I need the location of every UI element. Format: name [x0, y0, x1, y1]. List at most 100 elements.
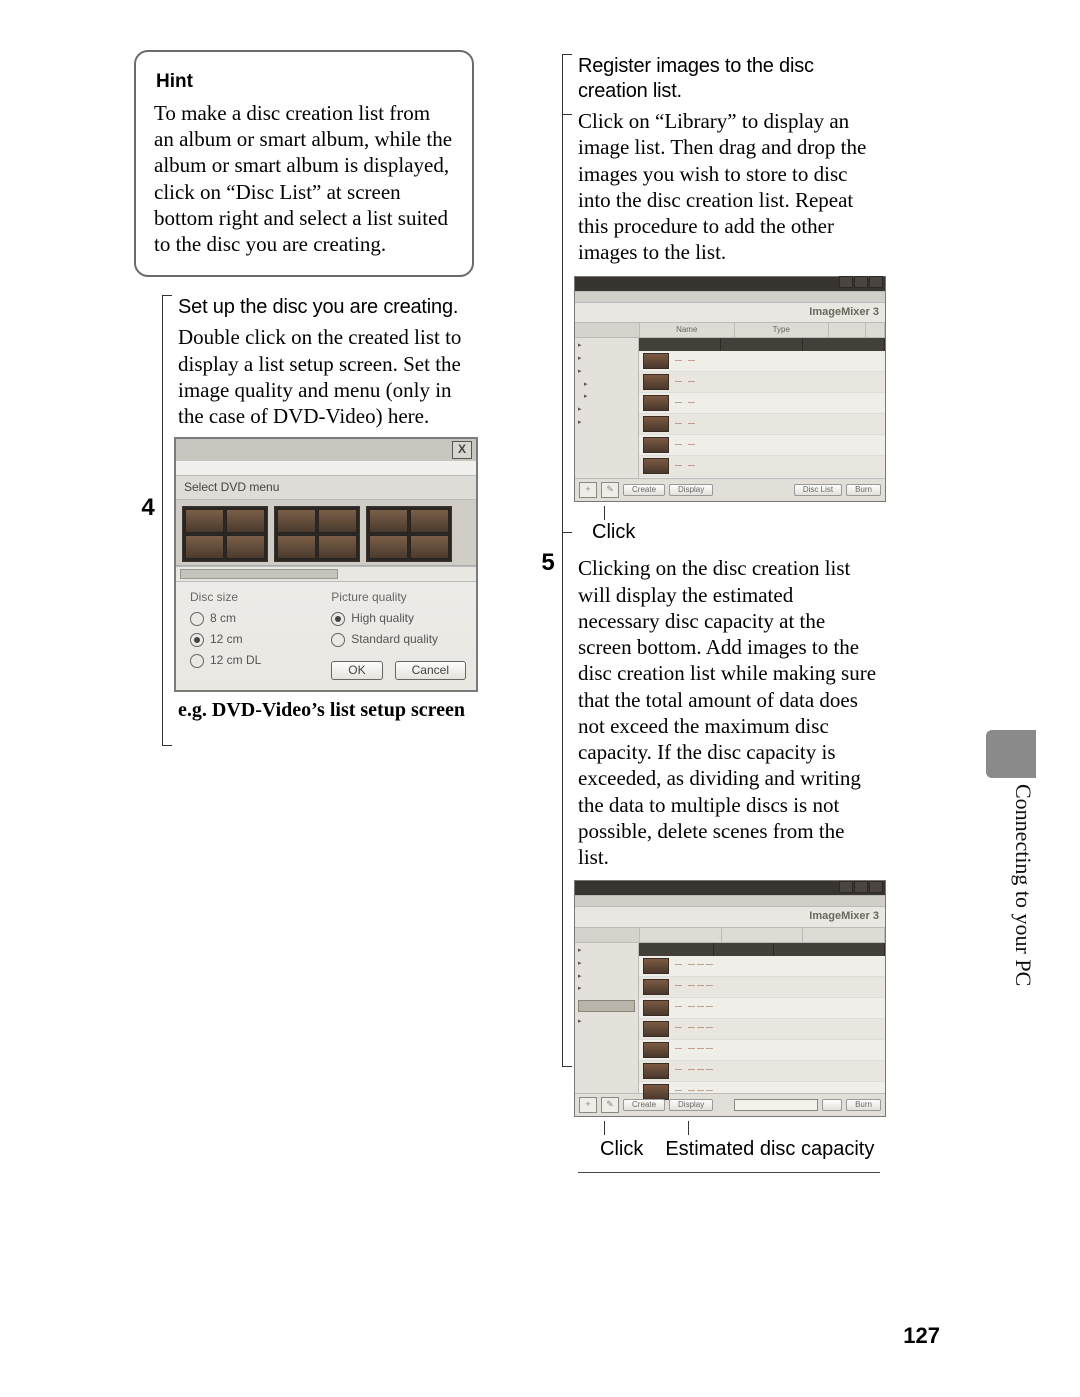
radio-label: Standard quality: [351, 632, 438, 647]
burn-button[interactable]: Burn: [846, 484, 881, 496]
disc-size-option[interactable]: 12 cm DL: [190, 653, 321, 668]
menubar[interactable]: [575, 895, 885, 907]
close-icon[interactable]: X: [452, 441, 472, 459]
column-tab[interactable]: Name: [640, 323, 735, 337]
right-column: 5 Register images to the disc creation l…: [540, 50, 880, 1173]
step-4: 4 Set up the disc you are creating. Doub…: [140, 295, 480, 755]
window-controls[interactable]: [838, 276, 883, 291]
list-tabs: Name Type: [575, 322, 885, 338]
column-tab[interactable]: [829, 323, 866, 337]
step4-heading: Set up the disc you are creating.: [178, 295, 480, 320]
file-list: —— — — —— — — —— — — —— — — —— — — —— — …: [639, 943, 885, 1093]
radio-icon: [331, 633, 345, 647]
file-list: —— —— —— —— —— ——: [639, 338, 885, 478]
list-header[interactable]: [721, 338, 803, 351]
tree-item[interactable]: [578, 393, 635, 402]
picture-quality-label: Picture quality: [331, 590, 466, 605]
step4-caption: e.g. DVD-Video’s list setup screen: [178, 698, 480, 723]
tree-item-selected[interactable]: [578, 1000, 635, 1012]
tree-item[interactable]: [578, 381, 635, 390]
column-tab[interactable]: [803, 928, 885, 942]
column-tab[interactable]: [640, 928, 722, 942]
step4-body: Double click on the created list to disp…: [178, 324, 480, 429]
bottom-button[interactable]: Display: [669, 484, 713, 496]
page-number: 127: [903, 1323, 940, 1349]
radio-label: 12 cm: [210, 632, 243, 647]
burn-button[interactable]: Burn: [846, 1099, 881, 1111]
column-tab[interactable]: Type: [735, 323, 830, 337]
disc-capacity-bar: [734, 1099, 818, 1111]
dvd-menu-thumb[interactable]: [182, 506, 268, 562]
dialog-titlebar: X: [176, 439, 476, 461]
step5-heading: Register images to the disc creation lis…: [578, 54, 880, 104]
disc-list-button[interactable]: Disc List: [794, 484, 842, 496]
list-item[interactable]: ——: [639, 435, 885, 456]
library-tree[interactable]: [575, 338, 639, 478]
disc-size-option[interactable]: 8 cm: [190, 611, 321, 626]
tree-item[interactable]: [578, 985, 635, 994]
section-side-tab: Connecting to your PC: [986, 730, 1036, 1050]
tree-item[interactable]: [578, 947, 635, 956]
window-controls[interactable]: [838, 881, 883, 896]
add-button[interactable]: +: [579, 482, 597, 498]
tree-item[interactable]: [578, 1018, 635, 1027]
list-item[interactable]: —— — —: [639, 956, 885, 977]
left-tab[interactable]: [575, 323, 640, 337]
disc-size-option[interactable]: 12 cm: [190, 632, 321, 647]
list-item[interactable]: —— — —: [639, 977, 885, 998]
app-brand: ImageMixer 3: [809, 910, 879, 924]
menubar[interactable]: [575, 291, 885, 303]
add-button[interactable]: +: [579, 1097, 597, 1113]
edit-button[interactable]: ✎: [601, 482, 619, 498]
list-item[interactable]: —— — —: [639, 998, 885, 1019]
list-item[interactable]: ——: [639, 372, 885, 393]
dvd-menu-thumb[interactable]: [274, 506, 360, 562]
step-number-5: 5: [536, 548, 560, 578]
ok-button[interactable]: OK: [331, 661, 382, 680]
window-bottom-bar: + ✎ Create Display Disc List Burn: [575, 478, 885, 501]
radio-label: High quality: [351, 611, 414, 626]
hint-title: Hint: [156, 70, 454, 94]
manual-page: Hint To make a disc creation list from a…: [0, 0, 1080, 1397]
list-item[interactable]: —— — —: [639, 1061, 885, 1082]
tree-item[interactable]: [578, 960, 635, 969]
picture-quality-option[interactable]: High quality: [331, 611, 466, 626]
list-header[interactable]: [774, 943, 885, 956]
dvd-menu-thumb[interactable]: [366, 506, 452, 562]
bottom-button[interactable]: [822, 1099, 842, 1111]
radio-label: 12 cm DL: [210, 653, 261, 668]
cancel-button[interactable]: Cancel: [395, 661, 466, 680]
dvd-thumb-scrollbar[interactable]: [176, 566, 476, 582]
tree-item[interactable]: [578, 406, 635, 415]
list-header[interactable]: [803, 338, 885, 351]
list-item[interactable]: ——: [639, 351, 885, 372]
tree-item[interactable]: [578, 419, 635, 428]
tree-item[interactable]: [578, 368, 635, 377]
bottom-button[interactable]: Create: [623, 484, 665, 496]
column-tab[interactable]: [866, 323, 885, 337]
edit-button[interactable]: ✎: [601, 1097, 619, 1113]
hint-body: To make a disc creation list from an alb…: [154, 100, 454, 258]
bottom-button[interactable]: Create: [623, 1099, 665, 1111]
step5-annot2-cap: Estimated disc capacity: [665, 1137, 874, 1162]
list-item[interactable]: —— — —: [639, 1040, 885, 1061]
left-tab[interactable]: [575, 928, 640, 942]
list-item[interactable]: —— — —: [639, 1019, 885, 1040]
tree-item[interactable]: [578, 973, 635, 982]
tree-item[interactable]: [578, 342, 635, 351]
list-item[interactable]: ——: [639, 393, 885, 414]
library-window: ImageMixer 3 Name Type: [574, 276, 886, 503]
list-item[interactable]: ——: [639, 456, 885, 477]
bottom-button[interactable]: Display: [669, 1099, 713, 1111]
library-tree[interactable]: [575, 943, 639, 1093]
list-item[interactable]: ——: [639, 414, 885, 435]
list-header[interactable]: [639, 338, 721, 351]
list-header[interactable]: [639, 943, 714, 956]
tree-item[interactable]: [578, 355, 635, 364]
picture-quality-option[interactable]: Standard quality: [331, 632, 466, 647]
step5-annot1: Click: [578, 520, 880, 545]
column-tab[interactable]: [722, 928, 804, 942]
list-header[interactable]: [714, 943, 774, 956]
list-tabs: [575, 927, 885, 943]
radio-icon: [190, 633, 204, 647]
